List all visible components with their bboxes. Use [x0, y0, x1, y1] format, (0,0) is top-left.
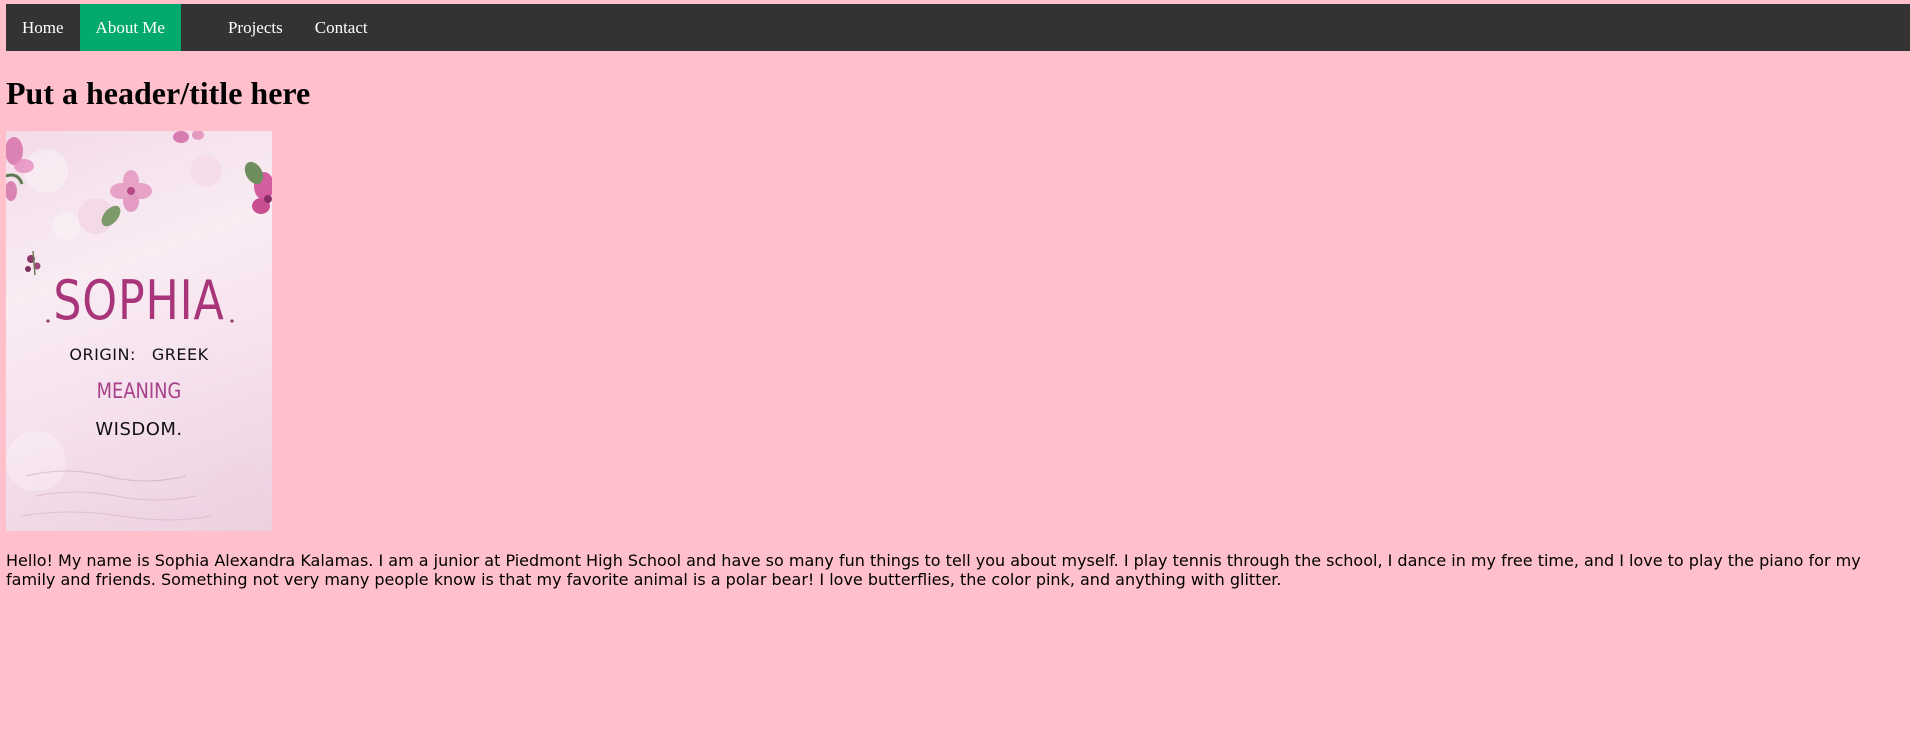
- nav-link-about-me[interactable]: About Me: [79, 4, 181, 51]
- card-origin-line: ORIGIN: GREEK: [6, 345, 272, 364]
- card-meaning-label: MEANING: [96, 379, 182, 403]
- card-origin-label: ORIGIN:: [69, 345, 136, 364]
- name-meaning-image: SOPHIA ORIGIN: GREEK MEANING WISDOM.: [6, 131, 272, 531]
- card-origin-value: GREEK: [151, 345, 209, 364]
- nav-link-projects[interactable]: Projects: [212, 4, 299, 51]
- bio-paragraph: Hello! My name is Sophia Alexandra Kalam…: [6, 551, 1861, 589]
- card-name-text: SOPHIA: [53, 269, 225, 332]
- nav-link-contact[interactable]: Contact: [299, 4, 384, 51]
- card-meaning-value: WISDOM.: [95, 419, 183, 440]
- page-content: Home About Me Projects Contact Put a hea…: [6, 4, 1910, 605]
- nav-spacer: [181, 4, 212, 51]
- nav-link-home[interactable]: Home: [6, 4, 80, 51]
- page-title: Put a header/title here: [6, 75, 311, 111]
- top-navigation-bar: Home About Me Projects Contact: [6, 4, 1910, 51]
